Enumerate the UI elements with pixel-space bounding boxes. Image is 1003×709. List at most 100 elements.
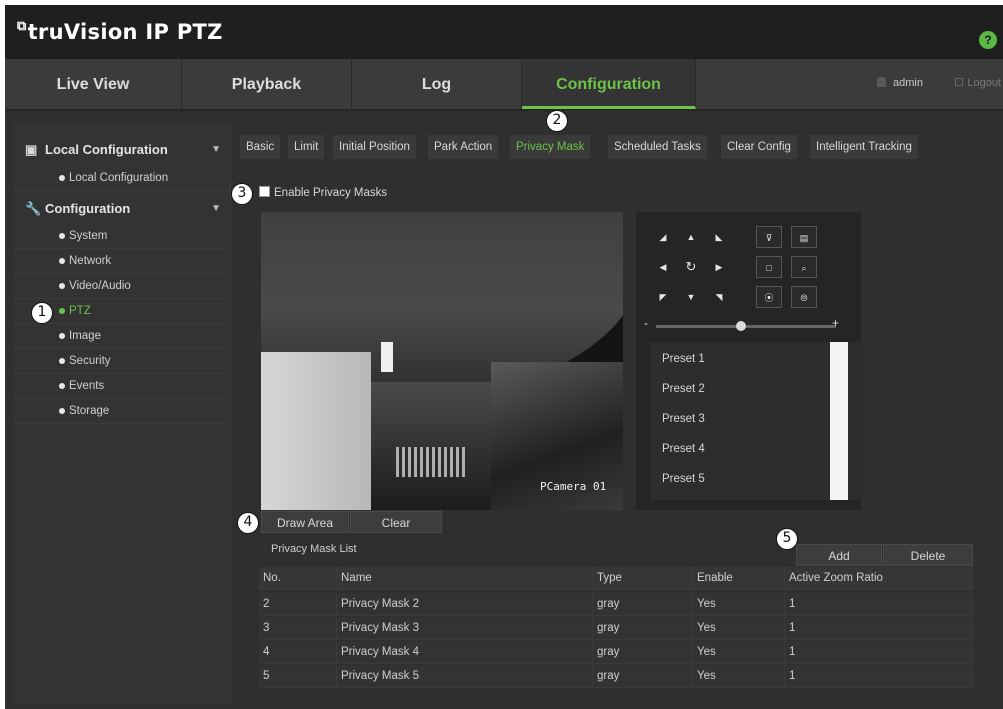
subtab-scheduled-tasks[interactable]: Scheduled Tasks [608, 135, 707, 159]
table-row[interactable]: 5 Privacy Mask 5 gray Yes 1 [259, 665, 973, 688]
ptz-control-panel: ◢ ▲ ◣ ◀ ↻ ▶ ◤ ▼ ◥ ⊽ ▤ □ ⌕ ⦿ ⦾ - + Preset… [636, 212, 862, 510]
zoom-slider-knob[interactable] [735, 321, 746, 331]
pan-down-icon[interactable]: ▼ [678, 286, 704, 308]
light-icon[interactable]: ⊽ [756, 226, 782, 248]
zoom-in-icon[interactable]: + [832, 316, 839, 330]
sidebar-item-video-audio[interactable]: Video/Audio [13, 274, 231, 299]
sidebar-group-local-configuration[interactable]: ▣ Local Configuration ▼ [13, 135, 231, 165]
iris-open-icon[interactable]: ⦾ [791, 286, 817, 308]
add-mask-button[interactable]: Add [796, 544, 882, 566]
preset-item[interactable]: Preset 5 [662, 464, 705, 494]
tab-log[interactable]: Log [352, 59, 522, 109]
zoom-out-icon[interactable]: - [644, 316, 648, 330]
rack-shape [396, 447, 466, 477]
pan-down-right-icon[interactable]: ◥ [706, 286, 732, 308]
enable-privacy-masks-checkbox[interactable] [259, 186, 270, 197]
user-name: admin [893, 77, 923, 89]
pan-left-icon[interactable]: ◀ [650, 256, 676, 278]
sidebar-item-security[interactable]: Security [13, 349, 231, 374]
chevron-down-icon: ▼ [211, 144, 221, 155]
preset-scrollbar[interactable] [830, 342, 848, 500]
preset-item[interactable]: Preset 2 [662, 374, 705, 404]
pan-up-left-icon[interactable]: ◢ [650, 226, 676, 248]
bullet-icon [59, 233, 65, 239]
pan-down-left-icon[interactable]: ◤ [650, 286, 676, 308]
iris-close-icon[interactable]: ⦿ [756, 286, 782, 308]
delete-mask-button[interactable]: Delete [883, 544, 973, 566]
wiper-icon[interactable]: ▤ [791, 226, 817, 248]
focus-area-icon[interactable]: ⌕ [791, 256, 817, 278]
subtab-park-action[interactable]: Park Action [428, 135, 499, 159]
user-icon [877, 77, 887, 87]
sidebar-item-label: Storage [69, 405, 110, 417]
cell-type: gray [593, 641, 693, 663]
draw-area-button[interactable]: Draw Area [261, 511, 349, 533]
sidebar-item-system[interactable]: System [13, 224, 231, 249]
app-title: ⧉truVision IP PTZ [17, 19, 223, 44]
sidebar-item-label: Network [69, 255, 112, 267]
subtab-clear-config[interactable]: Clear Config [721, 135, 797, 159]
preset-item[interactable]: Preset 3 [662, 404, 705, 434]
main-nav: Live View Playback Log Configuration adm… [5, 59, 1003, 111]
sidebar-item-storage[interactable]: Storage [13, 399, 231, 424]
pan-up-icon[interactable]: ▲ [678, 226, 704, 248]
sidebar-item-network[interactable]: Network [13, 249, 231, 274]
table-row[interactable]: 2 Privacy Mask 2 gray Yes 1 [259, 593, 973, 616]
logout-link[interactable]: Logout [955, 77, 1001, 89]
sidebar-item-events[interactable]: Events [13, 374, 231, 399]
callout-5: 5 [776, 528, 798, 550]
tab-configuration[interactable]: Configuration [522, 59, 696, 109]
clear-button[interactable]: Clear [350, 511, 442, 533]
subtab-basic[interactable]: Basic [240, 135, 281, 159]
cell-no: 3 [259, 617, 337, 639]
subtab-intelligent-tracking[interactable]: Intelligent Tracking [810, 135, 918, 159]
sidebar-item-local-configuration[interactable]: Local Configuration [13, 166, 231, 191]
enable-privacy-masks-row[interactable]: Enable Privacy Masks [259, 186, 387, 199]
sidebar-item-image[interactable]: Image [13, 324, 231, 349]
user-menu[interactable]: admin [877, 77, 923, 89]
column-header: No. [259, 567, 337, 589]
equipment-shape [371, 382, 491, 510]
chevron-down-icon: ▼ [211, 203, 221, 214]
table-row[interactable]: 4 Privacy Mask 4 gray Yes 1 [259, 641, 973, 664]
bullet-icon [59, 283, 65, 289]
cell-type: gray [593, 617, 693, 639]
live-video-preview[interactable]: PCamera 01 [261, 212, 623, 510]
cell-no: 4 [259, 641, 337, 663]
callout-3: 3 [231, 183, 253, 205]
pan-right-icon[interactable]: ▶ [706, 256, 732, 278]
subtab-limit[interactable]: Limit [288, 135, 325, 159]
preset-item[interactable]: Preset 1 [662, 344, 705, 374]
preset-item[interactable]: Preset 4 [662, 434, 705, 464]
bullet-icon [59, 333, 65, 339]
bullet-icon [59, 383, 65, 389]
sidebar-item-label: PTZ [69, 305, 91, 317]
app-title-text: truVision IP PTZ [27, 20, 223, 44]
cell-name: Privacy Mask 2 [337, 593, 593, 615]
camera-osd-label: PCamera 01 [540, 480, 607, 493]
cell-name: Privacy Mask 3 [337, 617, 593, 639]
bullet-icon [59, 258, 65, 264]
sidebar-item-label: Video/Audio [69, 280, 131, 292]
bullet-icon [59, 308, 65, 314]
question-circle-icon[interactable]: ? [979, 31, 997, 49]
logout-icon [955, 78, 964, 86]
auto-rotate-icon[interactable]: ↻ [678, 256, 704, 278]
pan-up-right-icon[interactable]: ◣ [706, 226, 732, 248]
zoom-area-icon[interactable]: □ [756, 256, 782, 278]
column-header: Name [337, 567, 593, 589]
sidebar-item-label: Events [69, 380, 105, 392]
sidebar-item-label: Security [69, 355, 111, 367]
wall-shape [261, 352, 371, 510]
subtab-privacy-mask[interactable]: Privacy Mask [510, 135, 591, 159]
sidebar-group-configuration[interactable]: 🔧 Configuration ▼ [13, 194, 231, 224]
sidebar-group-label: Configuration [45, 201, 131, 216]
subtab-initial-position[interactable]: Initial Position [333, 135, 416, 159]
tab-live-view[interactable]: Live View [5, 59, 182, 109]
sidebar-group-label: Local Configuration [45, 142, 168, 157]
table-row[interactable]: 3 Privacy Mask 3 gray Yes 1 [259, 617, 973, 640]
tab-playback[interactable]: Playback [182, 59, 352, 109]
cell-zoom-ratio: 1 [785, 665, 973, 687]
zoom-slider-track[interactable] [656, 325, 836, 328]
cell-enable: Yes [693, 665, 785, 687]
